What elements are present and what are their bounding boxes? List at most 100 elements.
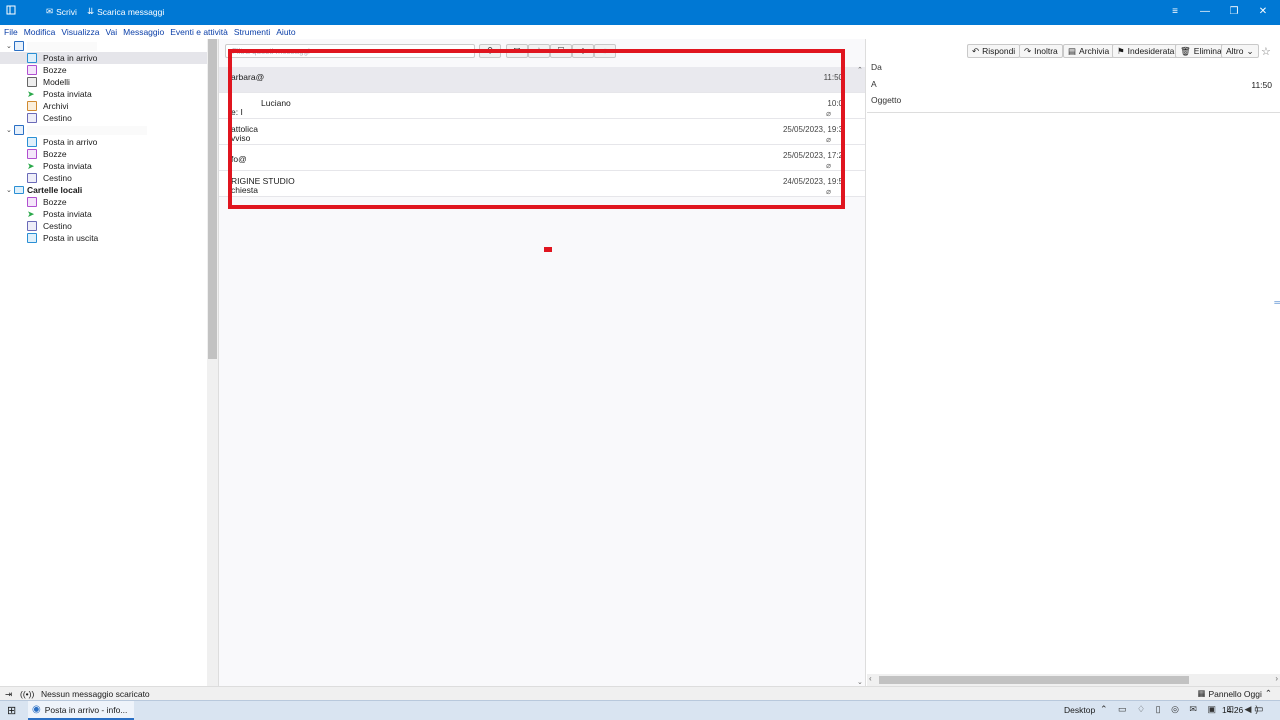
collapse-arrow-icon[interactable]: ⌄ (6, 42, 14, 50)
mail-account-icon (14, 125, 24, 135)
windows-start-icon[interactable]: ⊞ (7, 704, 16, 717)
scrollbar-thumb[interactable] (208, 39, 217, 359)
folder-templates[interactable]: Modelli (0, 76, 207, 88)
trash-icon (27, 113, 37, 123)
menu-go[interactable]: Vai (105, 25, 117, 39)
menu-bar: File Modifica Visualizza Vai Messaggio E… (0, 25, 1280, 39)
folder-icon (14, 186, 24, 194)
junk-icon: ⚑ (1117, 45, 1125, 56)
message-list-scrollbar[interactable]: ⌃ ⌄ (855, 66, 866, 686)
preview-horizontal-scrollbar[interactable]: ‹ › (867, 674, 1280, 686)
folder-sent[interactable]: ➤ Posta inviata (0, 88, 207, 100)
trash-icon: 🗑 (1180, 45, 1191, 56)
collapse-arrow-icon[interactable]: ⌄ (6, 126, 14, 134)
account-2[interactable]: ⌄ (0, 124, 207, 136)
reply-button[interactable]: ↶ Rispondi (967, 44, 1021, 58)
to-label: A (871, 79, 877, 89)
taskbar: ⊞ ◉ Posta in arrivo - info... Desktop ⌃ … (0, 700, 1280, 720)
folder-local-sent[interactable]: ➤ Posta inviata (0, 208, 207, 220)
scroll-right-icon[interactable]: › (1275, 674, 1278, 683)
message-time: 11:50 (1251, 80, 1272, 90)
mail-account-icon (14, 41, 24, 51)
trash-icon (27, 173, 37, 183)
annotation-marker (544, 247, 552, 252)
from-label: Da (871, 62, 882, 72)
restore-icon[interactable]: ❐ (1227, 5, 1241, 19)
outbox-icon (27, 233, 37, 243)
folder-local-trash[interactable]: Cestino (0, 220, 207, 232)
chevron-up-icon: ⌃ (1264, 688, 1272, 698)
drafts-icon (27, 65, 37, 75)
calendar-icon: ▦ (1197, 688, 1206, 698)
desktop-label[interactable]: Desktop (1064, 705, 1095, 715)
forward-button[interactable]: ↷ Inoltra (1019, 44, 1063, 58)
folder-trash-2[interactable]: Cestino (0, 172, 207, 184)
inbox-icon (27, 53, 37, 63)
archive-button[interactable]: ▤ Archivia (1063, 44, 1115, 58)
reply-icon: ↶ (972, 45, 980, 56)
folder-local-drafts[interactable]: Bozze (0, 196, 207, 208)
archive-icon (27, 101, 37, 111)
chevron-down-icon: ⌄ (1246, 45, 1254, 56)
subject-label: Oggetto (871, 95, 902, 105)
scroll-down-icon[interactable]: ⌄ (857, 678, 863, 686)
scroll-up-icon[interactable]: ⌃ (857, 66, 863, 74)
forward-icon: ↷ (1024, 45, 1032, 56)
status-text: Nessun messaggio scaricato (41, 689, 150, 699)
folder-sent-2[interactable]: ➤ Posta inviata (0, 160, 207, 172)
archive-icon: ▤ (1068, 45, 1077, 56)
online-status-icon[interactable]: ((•)) (20, 689, 34, 699)
taskbar-app-thunderbird[interactable]: ◉ Posta in arrivo - info... (28, 701, 134, 720)
folder-pane: ⌄ Posta in arrivo Bozze Modelli ➤ Posta … (0, 39, 207, 686)
envelope-pen-icon: ✉ (46, 6, 54, 16)
folder-inbox[interactable]: Posta in arrivo (0, 52, 207, 64)
scrollbar-thumb[interactable] (879, 676, 1189, 684)
menu-events[interactable]: Eventi e attività (170, 25, 228, 39)
app-menu-icon[interactable] (4, 5, 18, 19)
sent-icon: ➤ (27, 89, 35, 99)
menu-help[interactable]: Aiuto (276, 25, 295, 39)
message-preview-pane: ↶ Rispondi ↷ Inoltra ▤ Archivia ⚑ Indesi… (867, 39, 1280, 686)
title-bar: ✉ Scrivi ⇊ Scarica messaggi ≡ — ❐ ✕ (0, 0, 1280, 25)
menu-file[interactable]: File (4, 25, 18, 39)
minimize-icon[interactable]: — (1198, 5, 1212, 19)
splitter-handle-icon[interactable]: ═ (1274, 298, 1280, 307)
folder-drafts[interactable]: Bozze (0, 64, 207, 76)
drafts-icon (27, 149, 37, 159)
thunderbird-icon: ◉ (32, 704, 41, 715)
star-icon[interactable]: ☆ (1261, 45, 1271, 58)
folder-archives[interactable]: Archivi (0, 100, 207, 112)
header-divider (867, 112, 1280, 113)
folder-pane-scrollbar[interactable] (207, 39, 218, 686)
menu-view[interactable]: Visualizza (61, 25, 99, 39)
delete-button[interactable]: 🗑 Elimina (1175, 44, 1227, 58)
close-icon[interactable]: ✕ (1256, 5, 1270, 19)
collapse-pane-icon[interactable]: ⇥ (5, 689, 12, 700)
collapse-arrow-icon[interactable]: ⌄ (6, 186, 14, 194)
download-messages-button[interactable]: ⇊ Scarica messaggi (87, 6, 164, 17)
write-button[interactable]: ✉ Scrivi (46, 6, 77, 17)
junk-button[interactable]: ⚑ Indesiderata (1112, 44, 1180, 58)
sent-icon: ➤ (27, 209, 35, 219)
folder-trash[interactable]: Cestino (0, 112, 207, 124)
folder-drafts-2[interactable]: Bozze (0, 148, 207, 160)
inbox-icon (27, 137, 37, 147)
more-button[interactable]: Altro ⌄ (1221, 44, 1259, 58)
scroll-left-icon[interactable]: ‹ (869, 674, 872, 683)
today-pane-toggle[interactable]: ▦ Pannello Oggi ⌃ (1197, 688, 1272, 699)
folder-local-outbox[interactable]: Posta in uscita (0, 232, 207, 244)
local-folders[interactable]: ⌄ Cartelle locali (0, 184, 207, 196)
menu-tools[interactable]: Strumenti (234, 25, 270, 39)
account-1[interactable]: ⌄ (0, 40, 207, 52)
templates-icon (27, 77, 37, 87)
trash-icon (27, 221, 37, 231)
folder-inbox-2[interactable]: Posta in arrivo (0, 136, 207, 148)
inbox-download-icon: ⇊ (87, 6, 95, 16)
menu-message[interactable]: Messaggio (123, 25, 164, 39)
hamburger-menu-icon[interactable]: ≡ (1168, 5, 1182, 19)
sent-icon: ➤ (27, 161, 35, 171)
drafts-icon (27, 197, 37, 207)
notification-icon[interactable]: ▭ (1254, 704, 1263, 715)
clock: 14:26 (1222, 705, 1244, 715)
menu-edit[interactable]: Modifica (24, 25, 56, 39)
